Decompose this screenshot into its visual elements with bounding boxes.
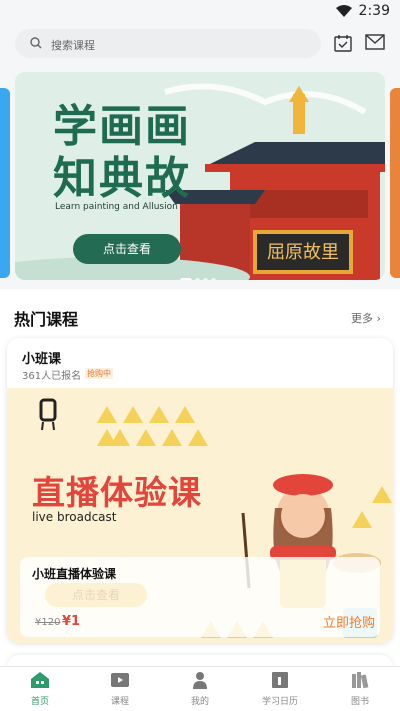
tab-books[interactable]: 图书 <box>320 671 400 707</box>
chevron-right-icon: › <box>376 312 381 325</box>
video-icon <box>111 673 129 687</box>
search-placeholder: 搜索课程 <box>51 39 95 52</box>
tab-label: 学习日历 <box>261 697 298 707</box>
sale-price: ¥1 <box>62 614 81 629</box>
search-bar[interactable]: 搜索课程 <box>15 29 321 58</box>
course-enrolled: 361人已报名 <box>22 371 82 382</box>
tab-label: 课程 <box>110 697 129 707</box>
tab-profile[interactable]: 我的 <box>160 671 240 707</box>
poster-subtitle: live broadcast <box>32 510 117 524</box>
tab-label: 我的 <box>190 697 209 707</box>
banner-subtitle: Learn painting and Allusion <box>55 202 178 212</box>
section-title: 热门课程 <box>14 310 79 329</box>
banner-prev-peek[interactable] <box>0 88 10 278</box>
svg-text:屈原故里: 屈原故里 <box>267 242 339 263</box>
course-info-panel: 小班直播体验课 点击查看 ¥120 ¥1 立即抢购 <box>20 557 380 637</box>
course-card[interactable]: 小班课 361人已报名 抢购中 直播体验课 live broadcast 小班直… <box>7 338 393 643</box>
tab-label: 图书 <box>350 697 369 707</box>
course-name: 小班课 <box>22 352 62 367</box>
banner-carousel[interactable]: 屈原故里 学画画 知典故 Learn painting and Allusion… <box>15 72 385 280</box>
wifi-icon <box>336 5 352 17</box>
calendar-icon <box>272 672 288 688</box>
tab-courses[interactable]: 课程 <box>80 671 160 707</box>
banner-next-peek[interactable] <box>390 88 400 278</box>
buy-now-button[interactable]: 立即抢购 <box>323 612 375 631</box>
tab-home[interactable]: 首页 <box>0 671 80 707</box>
user-icon <box>193 672 207 689</box>
more-link[interactable]: 更多 › <box>351 310 381 326</box>
original-price: ¥120 <box>35 617 61 628</box>
course-card-title: 小班直播体验课 <box>32 567 117 581</box>
status-bar: 2:39 <box>0 0 400 24</box>
tab-label: 首页 <box>30 697 49 707</box>
status-time: 2:39 <box>358 3 390 19</box>
view-button-ghost[interactable]: 点击查看 <box>45 583 147 607</box>
calendar-check-icon[interactable] <box>333 33 353 53</box>
home-icon <box>31 672 49 688</box>
mail-icon[interactable] <box>365 34 385 50</box>
poster-title: 直播体验课 <box>32 473 202 512</box>
tab-calendar[interactable]: 学习日历 <box>240 671 320 707</box>
status-badge: 抢购中 <box>85 368 113 379</box>
books-icon <box>352 672 369 689</box>
carousel-indicator <box>180 268 219 280</box>
banner-view-button[interactable]: 点击查看 <box>73 234 181 264</box>
banner-title-2: 知典故 <box>53 153 191 204</box>
more-label: 更多 <box>351 312 373 325</box>
search-icon <box>30 37 42 49</box>
bottom-tab-bar: 首页 课程 我的 学习日历 图书 <box>0 666 400 711</box>
